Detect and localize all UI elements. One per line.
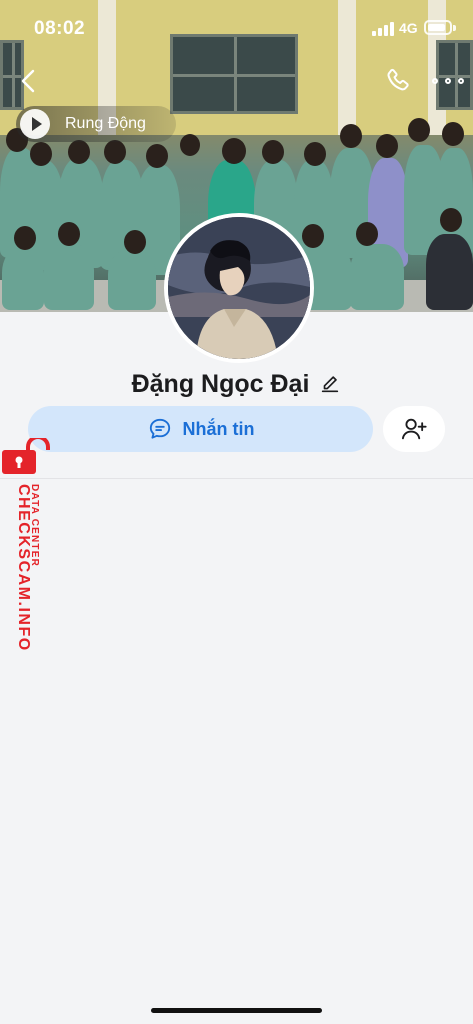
message-button[interactable]: Nhắn tin bbox=[28, 406, 373, 452]
cover-person bbox=[426, 234, 473, 310]
cover-person bbox=[2, 248, 44, 310]
home-indicator[interactable] bbox=[151, 1008, 322, 1013]
section-divider bbox=[0, 478, 473, 479]
battery-icon bbox=[424, 20, 452, 35]
cover-head bbox=[104, 140, 126, 164]
more-options-button[interactable] bbox=[432, 68, 464, 94]
profile-name-row: Đặng Ngọc Đại bbox=[0, 364, 473, 404]
back-button[interactable] bbox=[14, 66, 42, 96]
cover-head bbox=[440, 208, 462, 232]
cover-head bbox=[408, 118, 430, 142]
music-title: Rung Động bbox=[65, 115, 146, 132]
cover-head bbox=[304, 142, 326, 166]
chat-bubble-icon bbox=[149, 418, 170, 439]
cover-head bbox=[222, 138, 246, 164]
play-icon[interactable] bbox=[20, 109, 50, 139]
cover-head bbox=[14, 226, 36, 250]
battery-tip bbox=[453, 25, 456, 31]
cover-head bbox=[376, 134, 398, 158]
network-type: 4G bbox=[399, 20, 418, 36]
avatar[interactable] bbox=[164, 213, 314, 363]
cover-head bbox=[262, 140, 284, 164]
add-user-icon bbox=[401, 418, 427, 440]
cover-head bbox=[68, 140, 90, 164]
cover-head bbox=[124, 230, 146, 254]
profile-music-chip[interactable]: Rung Động bbox=[16, 106, 176, 142]
avatar-illustration bbox=[168, 217, 310, 359]
pencil-icon[interactable] bbox=[319, 373, 341, 395]
call-button[interactable] bbox=[383, 66, 413, 96]
battery-level bbox=[428, 24, 445, 31]
cover-head bbox=[356, 222, 378, 246]
message-button-label: Nhắn tin bbox=[182, 418, 255, 439]
phone-icon bbox=[387, 68, 409, 91]
signal-icon bbox=[372, 22, 394, 36]
cover-head bbox=[58, 222, 80, 246]
cover-head bbox=[30, 142, 52, 166]
more-horizontal-icon bbox=[445, 78, 451, 84]
cover-head bbox=[442, 122, 464, 146]
cover-person bbox=[44, 244, 94, 310]
watermark-sub-text: DATA CENTER bbox=[29, 484, 40, 568]
cover-head bbox=[146, 144, 168, 168]
profile-name: Đặng Ngọc Đại bbox=[131, 369, 310, 398]
lock-icon bbox=[2, 438, 50, 474]
cover-head bbox=[340, 124, 362, 148]
status-bar: 08:02 4G bbox=[0, 0, 473, 56]
status-time: 08:02 bbox=[34, 18, 86, 39]
cover-head bbox=[302, 224, 324, 248]
add-friend-button[interactable] bbox=[383, 406, 445, 452]
cover-person bbox=[350, 244, 404, 310]
more-horizontal-icon bbox=[458, 78, 464, 84]
cover-head bbox=[180, 134, 200, 156]
watermark-sub: DATA CENTER bbox=[29, 484, 41, 574]
cover-person bbox=[108, 250, 156, 310]
more-horizontal-icon bbox=[432, 78, 438, 84]
chevron-left-icon bbox=[21, 69, 35, 93]
